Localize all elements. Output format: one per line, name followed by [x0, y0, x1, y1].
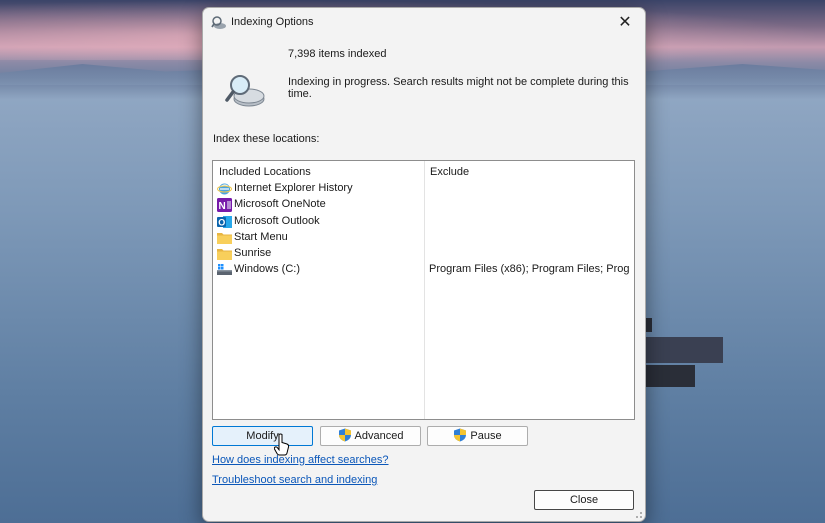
close-button[interactable]: Close — [534, 490, 634, 510]
location-name: Start Menu — [234, 231, 288, 243]
list-item[interactable]: Internet Explorer History — [213, 181, 634, 197]
indexing-options-dialog: Indexing Options ✕ 7,398 items indexed I… — [202, 7, 646, 522]
location-name: Microsoft OneNote — [234, 198, 326, 210]
list-item[interactable]: Windows (C:) Program Files (x86); Progra… — [213, 262, 634, 278]
folder-icon — [217, 249, 232, 260]
list-item[interactable]: Sunrise — [213, 246, 634, 262]
locations-label: Index these locations: — [213, 133, 320, 145]
svg-text:O: O — [218, 218, 225, 228]
indexing-options-icon — [211, 16, 226, 29]
drive-icon — [217, 264, 232, 275]
pause-button-label: Pause — [470, 430, 502, 442]
title-bar[interactable]: Indexing Options ✕ — [203, 8, 645, 38]
uac-shield-icon — [454, 428, 467, 442]
exclude-header[interactable]: Exclude — [430, 166, 469, 178]
outlook-icon: O — [217, 216, 232, 228]
list-item[interactable]: Start Menu — [213, 230, 634, 246]
wallpaper-pier — [640, 365, 695, 387]
uac-shield-icon — [338, 428, 351, 442]
window-title: Indexing Options — [231, 16, 314, 28]
advanced-button[interactable]: Advanced — [320, 426, 421, 446]
pause-button[interactable]: Pause — [427, 426, 528, 446]
indexing-magnifier-icon — [225, 75, 265, 107]
list-item[interactable]: O Microsoft Outlook — [213, 214, 634, 230]
internet-explorer-icon — [217, 183, 232, 195]
svg-text:N: N — [219, 201, 226, 212]
folder-icon — [217, 233, 232, 244]
advanced-button-label: Advanced — [354, 430, 404, 442]
close-icon[interactable]: ✕ — [611, 12, 639, 34]
indexing-status: Indexing in progress. Search results mig… — [288, 76, 629, 100]
close-button-label: Close — [569, 494, 599, 506]
location-name: Windows (C:) — [234, 263, 301, 275]
resize-grip-icon[interactable] — [633, 509, 643, 519]
location-name: Microsoft Outlook — [234, 215, 320, 227]
how-indexing-affects-link[interactable]: How does indexing affect searches? — [212, 454, 389, 466]
modify-button[interactable]: Modify — [212, 426, 313, 446]
list-item[interactable]: N Microsoft OneNote — [213, 197, 634, 213]
items-indexed-count: 7,398 items indexed — [288, 48, 387, 60]
included-locations-header[interactable]: Included Locations — [219, 166, 311, 178]
troubleshoot-link[interactable]: Troubleshoot search and indexing — [212, 474, 377, 486]
locations-list[interactable]: Included Locations Exclude Internet Expl… — [212, 160, 635, 420]
location-exclude: Program Files (x86); Program Files; Prog… — [429, 263, 629, 275]
wallpaper-pier — [640, 337, 723, 363]
hand-cursor-icon — [274, 433, 290, 456]
location-name: Sunrise — [234, 247, 272, 259]
onenote-icon: N — [217, 198, 232, 212]
location-name: Internet Explorer History — [234, 182, 353, 194]
